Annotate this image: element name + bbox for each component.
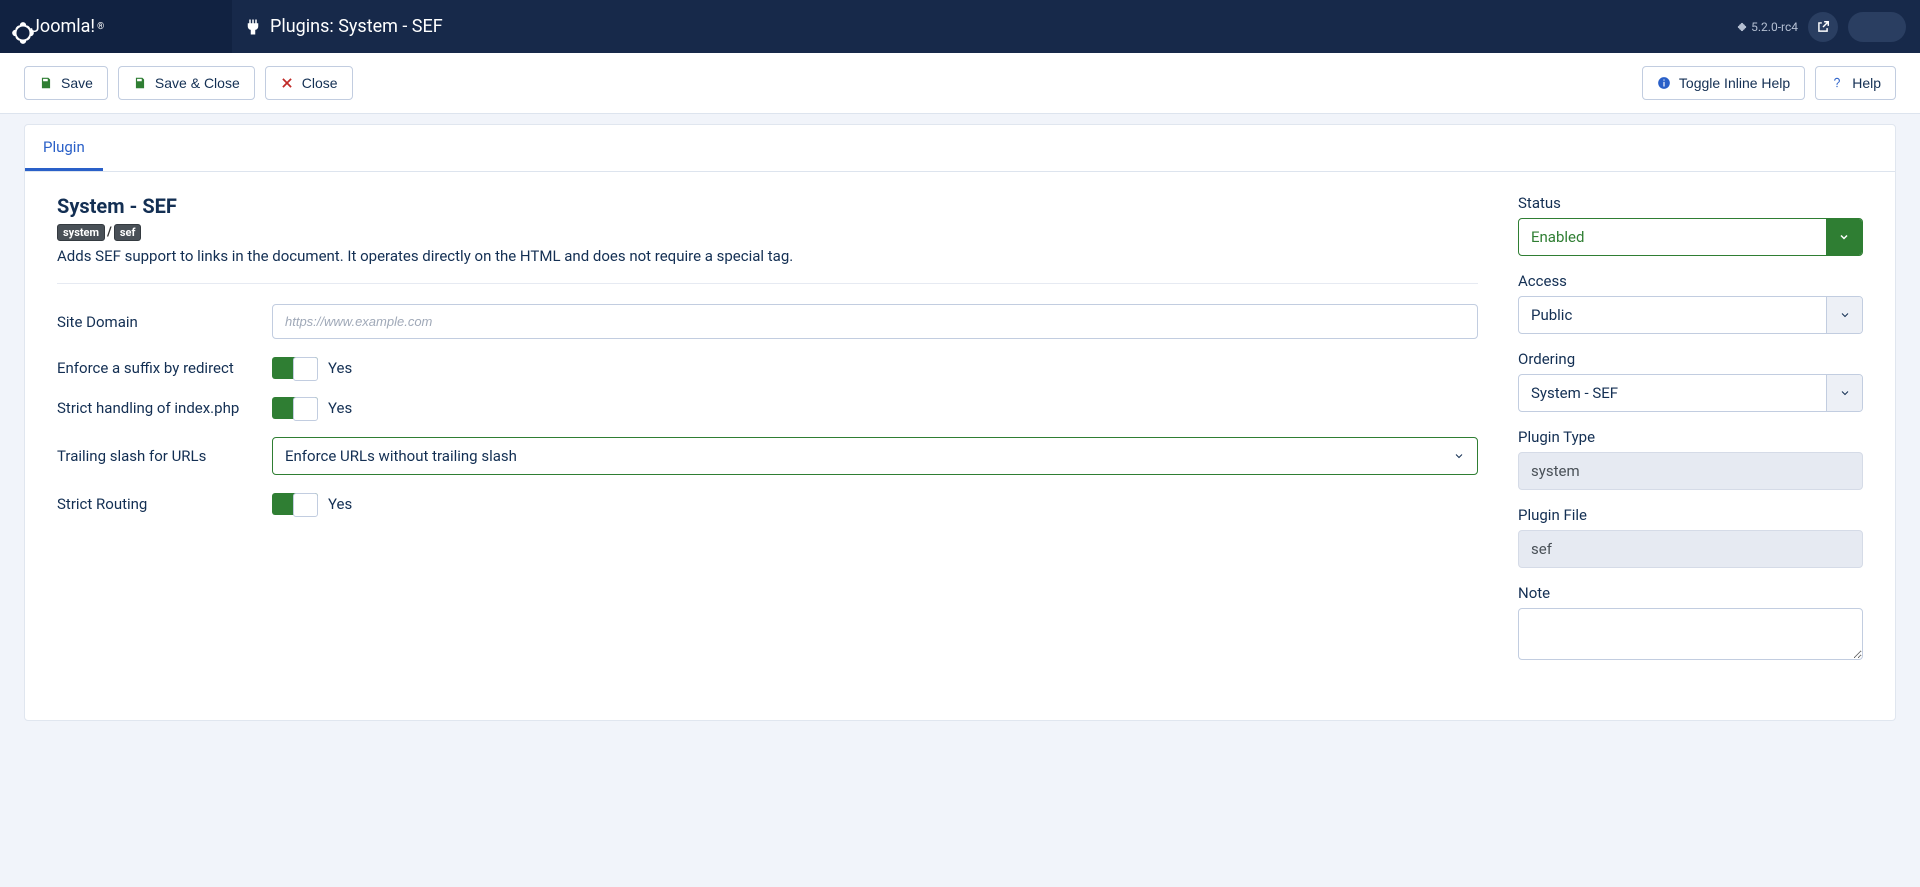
side-column: Status Enabled Access Public — [1518, 194, 1863, 680]
field-status: Status Enabled — [1518, 194, 1863, 256]
access-label: Access — [1518, 272, 1863, 290]
info-icon — [1657, 76, 1671, 90]
top-right: 5.2.0-rc4 — [1737, 12, 1920, 42]
plugin-file-label: Plugin File — [1518, 506, 1863, 524]
site-domain-input[interactable] — [272, 304, 1478, 339]
status-label: Status — [1518, 194, 1863, 212]
user-menu[interactable] — [1848, 12, 1906, 42]
strict-routing-value: Yes — [328, 495, 352, 513]
plugin-file-value: sef — [1518, 530, 1863, 568]
strict-index-value: Yes — [328, 399, 352, 417]
toggle-inline-help-button[interactable]: Toggle Inline Help — [1642, 66, 1805, 100]
close-icon — [280, 76, 294, 90]
plugin-title: System - SEF — [57, 194, 1478, 218]
status-select[interactable]: Enabled — [1518, 218, 1863, 256]
plugin-description: Adds SEF support to links in the documen… — [57, 247, 1478, 265]
field-trailing-slash: Trailing slash for URLs Enforce URLs wit… — [57, 437, 1478, 475]
top-bar: Joomla!® Plugins: System - SEF 5.2.0-rc4 — [0, 0, 1920, 53]
access-select[interactable]: Public — [1518, 296, 1863, 334]
field-enforce-suffix: Enforce a suffix by redirect Yes — [57, 357, 1478, 379]
field-plugin-type: Plugin Type system — [1518, 428, 1863, 490]
field-ordering: Ordering System - SEF — [1518, 350, 1863, 412]
strict-routing-label: Strict Routing — [57, 495, 252, 513]
chevron-down-icon — [1826, 375, 1862, 411]
main-column: System - SEF system/sef Adds SEF support… — [57, 194, 1478, 680]
note-label: Note — [1518, 584, 1863, 602]
brand-text: Joomla!® — [30, 16, 104, 37]
chevron-down-icon — [1441, 438, 1477, 474]
trailing-slash-label: Trailing slash for URLs — [57, 447, 252, 465]
enforce-suffix-label: Enforce a suffix by redirect — [57, 359, 252, 377]
tabs: Plugin — [25, 125, 1895, 172]
chevron-down-icon — [1826, 219, 1862, 255]
field-strict-routing: Strict Routing Yes — [57, 493, 1478, 515]
tab-plugin[interactable]: Plugin — [25, 125, 103, 171]
brand[interactable]: Joomla!® — [0, 0, 232, 53]
toolbar: Save Save & Close Close Toggle Inline He… — [0, 53, 1920, 114]
field-site-domain: Site Domain — [57, 304, 1478, 339]
page-title: Plugins: System - SEF — [270, 16, 443, 37]
strict-routing-toggle[interactable] — [272, 493, 318, 515]
save-button[interactable]: Save — [24, 66, 108, 100]
plugin-type-value: system — [1518, 452, 1863, 490]
save-icon — [39, 76, 53, 90]
ordering-label: Ordering — [1518, 350, 1863, 368]
enforce-suffix-toggle[interactable] — [272, 357, 318, 379]
chevron-down-icon — [1826, 297, 1862, 333]
plugin-type-label: Plugin Type — [1518, 428, 1863, 446]
close-button[interactable]: Close — [265, 66, 353, 100]
field-note: Note — [1518, 584, 1863, 664]
plug-icon — [244, 18, 262, 36]
version-text[interactable]: 5.2.0-rc4 — [1737, 20, 1798, 34]
site-domain-label: Site Domain — [57, 313, 252, 331]
external-link-button[interactable] — [1808, 12, 1838, 42]
joomla-logo-icon — [10, 20, 24, 34]
field-plugin-file: Plugin File sef — [1518, 506, 1863, 568]
help-button[interactable]: Help — [1815, 66, 1896, 100]
ordering-select[interactable]: System - SEF — [1518, 374, 1863, 412]
badge-element: sef — [114, 224, 142, 241]
strict-index-label: Strict handling of index.php — [57, 399, 252, 417]
save-close-button[interactable]: Save & Close — [118, 66, 255, 100]
trailing-slash-select[interactable]: Enforce URLs without trailing slash — [272, 437, 1478, 475]
field-access: Access Public — [1518, 272, 1863, 334]
field-strict-index: Strict handling of index.php Yes — [57, 397, 1478, 419]
note-textarea[interactable] — [1518, 608, 1863, 660]
enforce-suffix-value: Yes — [328, 359, 352, 377]
page-title-area: Plugins: System - SEF — [232, 16, 443, 37]
save-icon — [133, 76, 147, 90]
badge-group: system — [57, 224, 105, 241]
help-icon — [1830, 76, 1844, 90]
strict-index-toggle[interactable] — [272, 397, 318, 419]
plugin-badges: system/sef — [57, 224, 1478, 241]
content-card: Plugin System - SEF system/sef Adds SEF … — [24, 124, 1896, 721]
